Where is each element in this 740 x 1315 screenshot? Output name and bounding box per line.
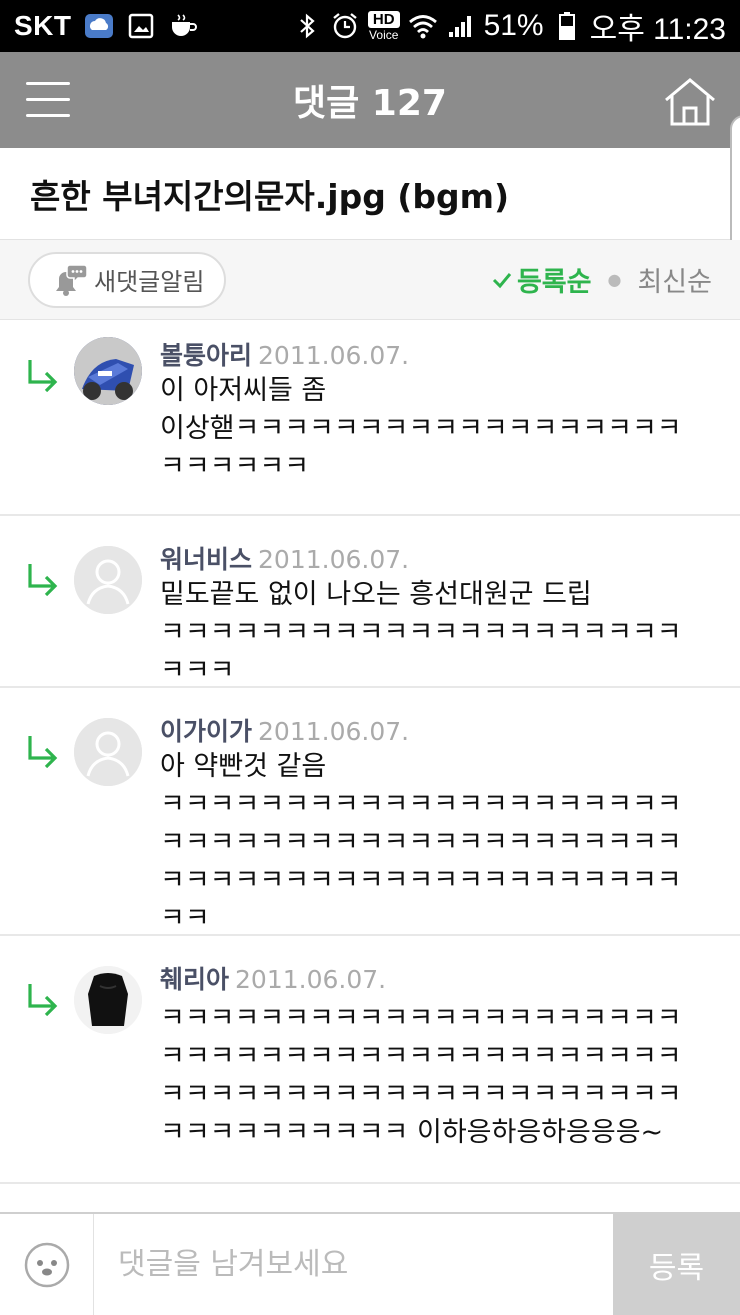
home-button[interactable]: [662, 76, 718, 128]
comment-text: 밑도끝도 없이 나오는 흥선대원군 드립 ㅋㅋㅋㅋㅋㅋㅋㅋㅋㅋㅋㅋㅋㅋㅋㅋㅋㅋㅋ…: [160, 579, 682, 686]
comment-date: 2011.06.07.: [258, 545, 410, 574]
post-title: 흔한 부녀지간의문자.jpg (bgm): [30, 176, 510, 216]
hd-voice-icon: HD Voice: [367, 11, 400, 42]
comment-text: 아 약빤것 같음 ㅋㅋㅋㅋㅋㅋㅋㅋㅋㅋㅋㅋㅋㅋㅋㅋㅋㅋㅋㅋㅋㅋㅋㅋㅋㅋㅋㅋㅋㅋㅋ…: [160, 751, 682, 934]
avatar[interactable]: [74, 718, 142, 786]
comment-text: ㅋㅋㅋㅋㅋㅋㅋㅋㅋㅋㅋㅋㅋㅋㅋㅋㅋㅋㅋㅋㅋㅋㅋㅋㅋㅋㅋㅋㅋㅋㅋㅋㅋㅋㅋㅋㅋㅋㅋㅋ…: [160, 1003, 682, 1148]
app-bar: 댓글 127: [0, 52, 740, 148]
check-icon: [492, 272, 512, 288]
home-icon: [665, 78, 715, 126]
emoticon-icon: [24, 1242, 69, 1287]
sort-latest-option[interactable]: 최신순: [637, 260, 712, 299]
default-avatar-icon: [74, 546, 142, 614]
sort-separator: ●: [607, 270, 622, 289]
alarm-icon: [330, 11, 360, 41]
bluetooth-icon: [292, 11, 322, 41]
comment-meta: 이가이가 2011.06.07.: [160, 712, 409, 748]
cloud-icon: [84, 11, 114, 41]
bell-icon: [56, 263, 88, 296]
comment-item: 볼퉁아리 2011.06.07. 이 아저씨들 좀 이상핻ㅋㅋㅋㅋㅋㅋㅋㅋㅋㅋㅋㅋ…: [0, 320, 740, 516]
default-avatar-icon: [74, 718, 142, 786]
wifi-icon: [408, 11, 438, 41]
carrier-label: SKT: [14, 10, 72, 41]
comment-author[interactable]: 이가이가: [160, 717, 252, 746]
status-bar: SKT HD Voice 51% 오후 11:23: [0, 0, 740, 52]
avatar-image: [74, 966, 142, 1034]
comment-author[interactable]: 워너비스: [160, 545, 252, 574]
menu-button[interactable]: [26, 82, 70, 118]
comment-input[interactable]: [94, 1214, 613, 1315]
comment-date: 2011.06.07.: [258, 341, 410, 370]
reply-arrow-icon: [28, 736, 58, 768]
battery-icon: [552, 11, 582, 41]
reply-arrow-icon: [28, 360, 58, 392]
comments-count-title: 댓글 127: [293, 83, 447, 124]
comment-meta: 췌리아 2011.06.07.: [160, 960, 386, 996]
sort-registered-label: 등록순: [516, 267, 592, 298]
reply-arrow-icon: [28, 984, 58, 1016]
cup-icon: [168, 11, 198, 41]
comment-author[interactable]: 췌리아: [160, 965, 229, 994]
sort-registered-option[interactable]: 등록순: [491, 260, 592, 299]
comment-item: 이가이가 2011.06.07. 아 약빤것 같음 ㅋㅋㅋㅋㅋㅋㅋㅋㅋㅋㅋㅋㅋㅋㅋ…: [0, 688, 740, 936]
comment-list: 볼퉁아리 2011.06.07. 이 아저씨들 좀 이상핻ㅋㅋㅋㅋㅋㅋㅋㅋㅋㅋㅋㅋ…: [0, 320, 740, 1184]
avatar[interactable]: [74, 546, 142, 614]
sort-bar: 새댓글알림 등록순 ● 최신순: [0, 240, 740, 320]
comment-item: 워너비스 2011.06.07. 밑도끝도 없이 나오는 흥선대원군 드립 ㅋㅋㅋ…: [0, 516, 740, 688]
new-comment-alert-button[interactable]: 새댓글알림: [28, 251, 227, 308]
comment-input-bar: 등록: [0, 1212, 740, 1315]
reply-arrow-icon: [28, 564, 58, 596]
comment-date: 2011.06.07.: [258, 717, 410, 746]
avatar-image: [74, 337, 142, 405]
status-time: 오후 11:23: [589, 13, 726, 46]
comment-item: 췌리아 2011.06.07. ㅋㅋㅋㅋㅋㅋㅋㅋㅋㅋㅋㅋㅋㅋㅋㅋㅋㅋㅋㅋㅋㅋㅋㅋㅋ…: [0, 936, 740, 1184]
sort-latest-label: 최신순: [637, 267, 712, 298]
comment-meta: 워너비스 2011.06.07.: [160, 540, 409, 576]
comment-author[interactable]: 볼퉁아리: [160, 341, 252, 370]
menu-icon: [26, 82, 70, 85]
avatar[interactable]: [74, 966, 142, 1034]
comment-meta: 볼퉁아리 2011.06.07.: [160, 336, 409, 372]
signal-icon: [446, 11, 476, 41]
comment-text: 이 아저씨들 좀 이상핻ㅋㅋㅋㅋㅋㅋㅋㅋㅋㅋㅋㅋㅋㅋㅋㅋㅋㅋㅋㅋㅋㅋㅋㅋ: [160, 375, 682, 482]
sticker-button[interactable]: [0, 1214, 94, 1315]
avatar[interactable]: [74, 337, 142, 405]
battery-percent: 51%: [483, 9, 544, 42]
new-comment-alert-label: 새댓글알림: [94, 268, 205, 296]
comment-date: 2011.06.07.: [235, 965, 387, 994]
submit-comment-button[interactable]: 등록: [613, 1214, 740, 1315]
sort-options: 등록순 ● 최신순: [491, 260, 712, 299]
gallery-icon: [126, 11, 156, 41]
post-title-bar: 흔한 부녀지간의문자.jpg (bgm): [0, 148, 740, 240]
